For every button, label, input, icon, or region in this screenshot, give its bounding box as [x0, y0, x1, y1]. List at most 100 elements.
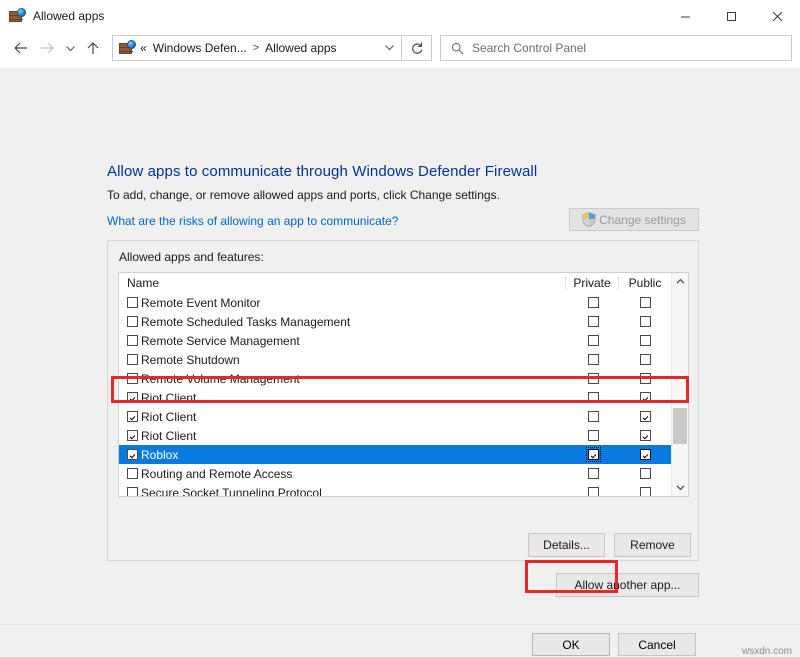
scrollbar-thumb[interactable] — [673, 408, 687, 444]
public-cell[interactable] — [619, 411, 671, 422]
private-cell[interactable] — [567, 447, 619, 462]
row-label: Roblox — [141, 447, 179, 462]
recent-locations-chevron-down-icon[interactable] — [60, 35, 80, 61]
table-row[interactable]: Roblox — [119, 445, 688, 464]
app-enabled-checkbox[interactable] — [127, 297, 138, 308]
listbox-scrollbar[interactable] — [671, 273, 688, 496]
cancel-button[interactable]: Cancel — [618, 633, 696, 656]
app-enabled-checkbox[interactable] — [127, 411, 138, 422]
public-cell[interactable] — [619, 487, 671, 496]
app-enabled-checkbox[interactable] — [127, 487, 138, 496]
private-checkbox[interactable] — [585, 447, 601, 462]
table-row[interactable]: Riot Client — [119, 426, 688, 445]
table-row[interactable]: Remote Shutdown — [119, 350, 688, 369]
private-checkbox[interactable] — [587, 354, 599, 365]
private-checkbox[interactable] — [587, 297, 599, 308]
close-button[interactable] — [754, 0, 800, 32]
app-enabled-checkbox[interactable] — [127, 335, 138, 346]
up-icon[interactable] — [80, 35, 106, 61]
public-checkbox[interactable] — [639, 487, 651, 496]
private-cell[interactable] — [567, 392, 619, 403]
public-checkbox[interactable] — [639, 316, 651, 327]
private-checkbox[interactable] — [587, 487, 599, 496]
table-row[interactable]: Routing and Remote Access — [119, 464, 688, 483]
public-checkbox[interactable] — [639, 468, 651, 479]
breadcrumb-item-1[interactable]: Allowed apps — [265, 41, 336, 55]
back-icon[interactable] — [8, 35, 34, 61]
scroll-down-arrow-icon[interactable] — [672, 479, 688, 496]
search-input[interactable]: Search Control Panel — [440, 35, 792, 61]
app-enabled-checkbox[interactable] — [127, 468, 138, 479]
private-cell[interactable] — [567, 468, 619, 479]
private-cell[interactable] — [567, 373, 619, 384]
breadcrumb-item-0[interactable]: Windows Defen... — [153, 41, 247, 55]
row-label: Routing and Remote Access — [141, 466, 293, 481]
allowed-apps-listbox[interactable]: Name Private Public Remote Event Monitor… — [118, 272, 689, 497]
public-cell[interactable] — [619, 449, 671, 460]
details-button[interactable]: Details... — [528, 533, 605, 557]
app-enabled-checkbox[interactable] — [127, 354, 138, 365]
table-row[interactable]: Remote Event Monitor — [119, 293, 688, 312]
scroll-up-arrow-icon[interactable] — [672, 273, 688, 290]
public-checkbox[interactable] — [639, 373, 651, 384]
breadcrumb: « Windows Defen... > Allowed apps — [140, 41, 384, 55]
breadcrumb-overflow[interactable]: « — [140, 41, 147, 55]
public-cell[interactable] — [619, 316, 671, 327]
public-checkbox[interactable] — [639, 354, 651, 365]
maximize-button[interactable] — [708, 0, 754, 32]
public-checkbox[interactable] — [639, 335, 651, 346]
breadcrumb-separator: > — [252, 42, 260, 54]
public-checkbox[interactable] — [639, 430, 651, 441]
table-row[interactable]: Remote Service Management — [119, 331, 688, 350]
private-cell[interactable] — [567, 411, 619, 422]
public-cell[interactable] — [619, 335, 671, 346]
private-checkbox[interactable] — [587, 335, 599, 346]
remove-button[interactable]: Remove — [614, 533, 691, 557]
public-cell[interactable] — [619, 392, 671, 403]
table-row[interactable]: Riot Client — [119, 407, 688, 426]
app-enabled-checkbox[interactable] — [127, 449, 138, 460]
change-settings-button[interactable]: Change settings — [569, 208, 699, 231]
app-enabled-checkbox[interactable] — [127, 316, 138, 327]
private-cell[interactable] — [567, 487, 619, 496]
ok-button[interactable]: OK — [532, 633, 610, 656]
public-cell[interactable] — [619, 430, 671, 441]
allow-another-app-button[interactable]: Allow another app... — [556, 573, 699, 597]
address-dropdown-chevron-down-icon[interactable] — [384, 41, 395, 55]
private-checkbox[interactable] — [587, 468, 599, 479]
row-name-cell: Remote Shutdown — [119, 353, 567, 367]
public-checkbox[interactable] — [639, 297, 651, 308]
private-cell[interactable] — [567, 430, 619, 441]
public-cell[interactable] — [619, 373, 671, 384]
table-row[interactable]: Remote Scheduled Tasks Management — [119, 312, 688, 331]
private-cell[interactable] — [567, 354, 619, 365]
address-bar[interactable]: « Windows Defen... > Allowed apps — [112, 35, 402, 61]
public-cell[interactable] — [619, 354, 671, 365]
table-row[interactable]: Secure Socket Tunneling Protocol — [119, 483, 688, 496]
public-checkbox[interactable] — [639, 449, 651, 460]
app-enabled-checkbox[interactable] — [127, 373, 138, 384]
risks-link[interactable]: What are the risks of allowing an app to… — [107, 214, 398, 228]
table-row[interactable]: Riot Client — [119, 388, 688, 407]
table-row[interactable]: Remote Volume Management — [119, 369, 688, 388]
public-cell[interactable] — [619, 468, 671, 479]
public-checkbox[interactable] — [639, 392, 651, 403]
row-label: Remote Volume Management — [141, 371, 300, 386]
row-name-cell: Riot Client — [119, 429, 567, 443]
private-cell[interactable] — [567, 297, 619, 308]
app-enabled-checkbox[interactable] — [127, 392, 138, 403]
private-cell[interactable] — [567, 316, 619, 327]
app-enabled-checkbox[interactable] — [127, 430, 138, 441]
minimize-button[interactable] — [662, 0, 708, 32]
public-checkbox[interactable] — [639, 411, 651, 422]
private-cell[interactable] — [567, 335, 619, 346]
row-name-cell: Remote Service Management — [119, 334, 567, 348]
refresh-button[interactable] — [402, 35, 432, 61]
private-checkbox[interactable] — [587, 316, 599, 327]
private-checkbox[interactable] — [587, 392, 599, 403]
private-checkbox[interactable] — [587, 411, 599, 422]
private-checkbox[interactable] — [587, 373, 599, 384]
public-cell[interactable] — [619, 297, 671, 308]
private-checkbox[interactable] — [587, 430, 599, 441]
change-settings-label: Change settings — [599, 212, 686, 227]
